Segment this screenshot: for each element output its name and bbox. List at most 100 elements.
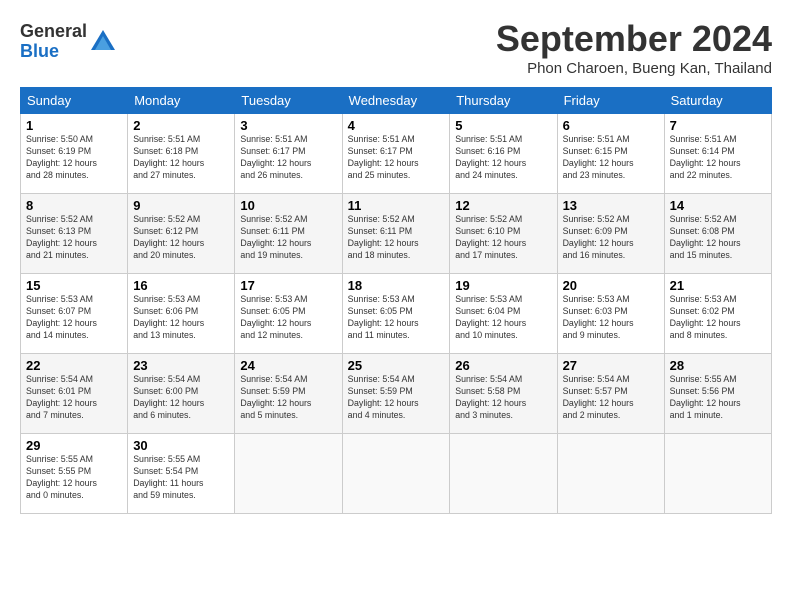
day-number: 1 <box>26 118 122 133</box>
calendar-col-monday: Monday <box>128 88 235 114</box>
calendar-week-2: 8Sunrise: 5:52 AM Sunset: 6:13 PM Daylig… <box>21 194 772 274</box>
calendar-cell: 9Sunrise: 5:52 AM Sunset: 6:12 PM Daylig… <box>128 194 235 274</box>
day-info: Sunrise: 5:54 AM Sunset: 5:59 PM Dayligh… <box>240 374 336 422</box>
calendar-cell <box>664 434 771 514</box>
day-number: 11 <box>348 198 445 213</box>
calendar-cell: 20Sunrise: 5:53 AM Sunset: 6:03 PM Dayli… <box>557 274 664 354</box>
calendar-cell: 4Sunrise: 5:51 AM Sunset: 6:17 PM Daylig… <box>342 114 450 194</box>
day-number: 17 <box>240 278 336 293</box>
calendar-cell: 18Sunrise: 5:53 AM Sunset: 6:05 PM Dayli… <box>342 274 450 354</box>
day-info: Sunrise: 5:55 AM Sunset: 5:55 PM Dayligh… <box>26 454 122 502</box>
day-info: Sunrise: 5:52 AM Sunset: 6:11 PM Dayligh… <box>348 214 445 262</box>
day-number: 5 <box>455 118 551 133</box>
calendar-cell: 28Sunrise: 5:55 AM Sunset: 5:56 PM Dayli… <box>664 354 771 434</box>
page: General Blue September 2024 Phon Charoen… <box>0 0 792 524</box>
day-info: Sunrise: 5:53 AM Sunset: 6:03 PM Dayligh… <box>563 294 659 342</box>
day-info: Sunrise: 5:51 AM Sunset: 6:14 PM Dayligh… <box>670 134 766 182</box>
calendar-cell: 29Sunrise: 5:55 AM Sunset: 5:55 PM Dayli… <box>21 434 128 514</box>
day-number: 21 <box>670 278 766 293</box>
calendar-cell <box>235 434 342 514</box>
calendar-cell: 30Sunrise: 5:55 AM Sunset: 5:54 PM Dayli… <box>128 434 235 514</box>
day-number: 20 <box>563 278 659 293</box>
day-info: Sunrise: 5:53 AM Sunset: 6:06 PM Dayligh… <box>133 294 229 342</box>
calendar-cell: 15Sunrise: 5:53 AM Sunset: 6:07 PM Dayli… <box>21 274 128 354</box>
logo-icon <box>89 28 117 56</box>
day-number: 2 <box>133 118 229 133</box>
day-number: 25 <box>348 358 445 373</box>
day-number: 14 <box>670 198 766 213</box>
day-info: Sunrise: 5:54 AM Sunset: 6:00 PM Dayligh… <box>133 374 229 422</box>
day-info: Sunrise: 5:50 AM Sunset: 6:19 PM Dayligh… <box>26 134 122 182</box>
day-number: 13 <box>563 198 659 213</box>
day-number: 4 <box>348 118 445 133</box>
calendar-col-saturday: Saturday <box>664 88 771 114</box>
day-number: 27 <box>563 358 659 373</box>
day-number: 9 <box>133 198 229 213</box>
logo: General Blue <box>20 22 117 62</box>
calendar-cell: 17Sunrise: 5:53 AM Sunset: 6:05 PM Dayli… <box>235 274 342 354</box>
day-number: 7 <box>670 118 766 133</box>
day-info: Sunrise: 5:52 AM Sunset: 6:11 PM Dayligh… <box>240 214 336 262</box>
calendar-week-4: 22Sunrise: 5:54 AM Sunset: 6:01 PM Dayli… <box>21 354 772 434</box>
day-info: Sunrise: 5:51 AM Sunset: 6:17 PM Dayligh… <box>240 134 336 182</box>
day-info: Sunrise: 5:52 AM Sunset: 6:08 PM Dayligh… <box>670 214 766 262</box>
calendar-col-sunday: Sunday <box>21 88 128 114</box>
day-number: 23 <box>133 358 229 373</box>
calendar-cell: 21Sunrise: 5:53 AM Sunset: 6:02 PM Dayli… <box>664 274 771 354</box>
calendar-col-thursday: Thursday <box>450 88 557 114</box>
calendar-cell <box>342 434 450 514</box>
calendar-cell <box>450 434 557 514</box>
day-info: Sunrise: 5:55 AM Sunset: 5:54 PM Dayligh… <box>133 454 229 502</box>
day-info: Sunrise: 5:53 AM Sunset: 6:04 PM Dayligh… <box>455 294 551 342</box>
calendar-col-wednesday: Wednesday <box>342 88 450 114</box>
calendar-cell: 22Sunrise: 5:54 AM Sunset: 6:01 PM Dayli… <box>21 354 128 434</box>
day-number: 12 <box>455 198 551 213</box>
day-info: Sunrise: 5:51 AM Sunset: 6:17 PM Dayligh… <box>348 134 445 182</box>
day-info: Sunrise: 5:53 AM Sunset: 6:07 PM Dayligh… <box>26 294 122 342</box>
day-info: Sunrise: 5:54 AM Sunset: 5:57 PM Dayligh… <box>563 374 659 422</box>
day-info: Sunrise: 5:52 AM Sunset: 6:13 PM Dayligh… <box>26 214 122 262</box>
day-number: 15 <box>26 278 122 293</box>
day-number: 24 <box>240 358 336 373</box>
header: General Blue September 2024 Phon Charoen… <box>20 18 772 77</box>
day-info: Sunrise: 5:51 AM Sunset: 6:16 PM Dayligh… <box>455 134 551 182</box>
day-number: 8 <box>26 198 122 213</box>
day-number: 22 <box>26 358 122 373</box>
logo-blue-text: Blue <box>20 42 87 62</box>
calendar-cell: 7Sunrise: 5:51 AM Sunset: 6:14 PM Daylig… <box>664 114 771 194</box>
day-info: Sunrise: 5:51 AM Sunset: 6:15 PM Dayligh… <box>563 134 659 182</box>
calendar-cell: 16Sunrise: 5:53 AM Sunset: 6:06 PM Dayli… <box>128 274 235 354</box>
day-number: 30 <box>133 438 229 453</box>
calendar-col-friday: Friday <box>557 88 664 114</box>
calendar-cell: 10Sunrise: 5:52 AM Sunset: 6:11 PM Dayli… <box>235 194 342 274</box>
day-info: Sunrise: 5:55 AM Sunset: 5:56 PM Dayligh… <box>670 374 766 422</box>
calendar-cell: 13Sunrise: 5:52 AM Sunset: 6:09 PM Dayli… <box>557 194 664 274</box>
calendar-cell <box>557 434 664 514</box>
day-info: Sunrise: 5:54 AM Sunset: 6:01 PM Dayligh… <box>26 374 122 422</box>
calendar-cell: 27Sunrise: 5:54 AM Sunset: 5:57 PM Dayli… <box>557 354 664 434</box>
day-info: Sunrise: 5:53 AM Sunset: 6:05 PM Dayligh… <box>348 294 445 342</box>
day-number: 18 <box>348 278 445 293</box>
location: Phon Charoen, Bueng Kan, Thailand <box>496 60 772 77</box>
day-info: Sunrise: 5:54 AM Sunset: 5:58 PM Dayligh… <box>455 374 551 422</box>
calendar-header-row: SundayMondayTuesdayWednesdayThursdayFrid… <box>21 88 772 114</box>
day-info: Sunrise: 5:53 AM Sunset: 6:02 PM Dayligh… <box>670 294 766 342</box>
calendar-cell: 24Sunrise: 5:54 AM Sunset: 5:59 PM Dayli… <box>235 354 342 434</box>
calendar-week-1: 1Sunrise: 5:50 AM Sunset: 6:19 PM Daylig… <box>21 114 772 194</box>
calendar-col-tuesday: Tuesday <box>235 88 342 114</box>
calendar-cell: 25Sunrise: 5:54 AM Sunset: 5:59 PM Dayli… <box>342 354 450 434</box>
title-area: September 2024 Phon Charoen, Bueng Kan, … <box>496 18 772 77</box>
calendar-week-3: 15Sunrise: 5:53 AM Sunset: 6:07 PM Dayli… <box>21 274 772 354</box>
day-info: Sunrise: 5:53 AM Sunset: 6:05 PM Dayligh… <box>240 294 336 342</box>
day-number: 29 <box>26 438 122 453</box>
calendar-cell: 14Sunrise: 5:52 AM Sunset: 6:08 PM Dayli… <box>664 194 771 274</box>
calendar-cell: 5Sunrise: 5:51 AM Sunset: 6:16 PM Daylig… <box>450 114 557 194</box>
calendar-cell: 23Sunrise: 5:54 AM Sunset: 6:00 PM Dayli… <box>128 354 235 434</box>
day-number: 3 <box>240 118 336 133</box>
day-number: 6 <box>563 118 659 133</box>
calendar-cell: 3Sunrise: 5:51 AM Sunset: 6:17 PM Daylig… <box>235 114 342 194</box>
calendar-week-5: 29Sunrise: 5:55 AM Sunset: 5:55 PM Dayli… <box>21 434 772 514</box>
calendar-cell: 6Sunrise: 5:51 AM Sunset: 6:15 PM Daylig… <box>557 114 664 194</box>
calendar-cell: 1Sunrise: 5:50 AM Sunset: 6:19 PM Daylig… <box>21 114 128 194</box>
day-number: 10 <box>240 198 336 213</box>
